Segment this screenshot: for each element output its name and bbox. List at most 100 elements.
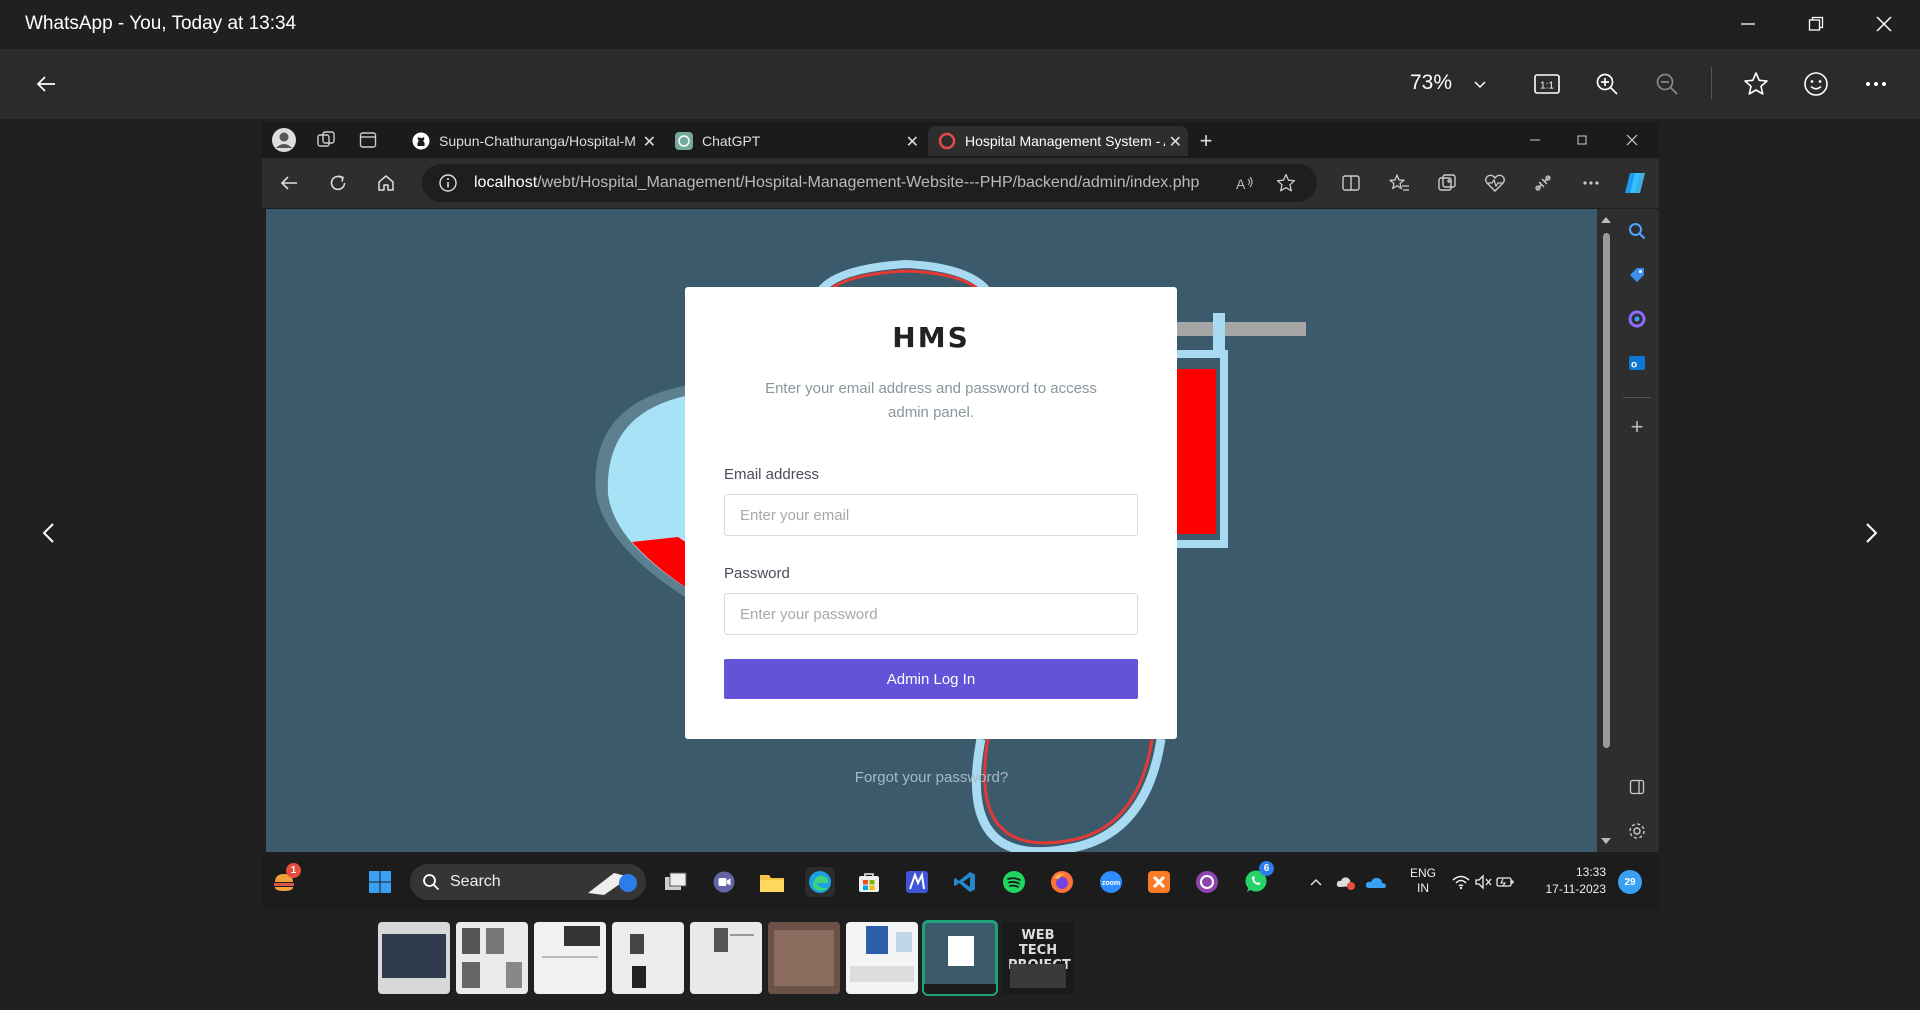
react-button[interactable] [1796, 66, 1836, 102]
task-view-button[interactable] [660, 867, 690, 897]
url-bar[interactable]: localhost/webt/Hospital_Management/Hospi… [422, 164, 1317, 202]
scrollbar-thumb[interactable] [1603, 233, 1610, 748]
zoom-dropdown-button[interactable] [1460, 66, 1500, 102]
actual-size-button[interactable]: 1:1 [1527, 66, 1567, 102]
tray-app-button[interactable] [1331, 867, 1361, 897]
copilot-button[interactable] [1621, 169, 1649, 197]
vscode-button[interactable] [950, 867, 980, 897]
back-button[interactable] [26, 66, 66, 102]
start-button[interactable] [365, 867, 395, 897]
refresh-button[interactable] [325, 170, 351, 196]
window-title: WhatsApp - You, Today at 13:34 [25, 13, 297, 34]
extensions-button[interactable] [1530, 170, 1556, 196]
sidebar-settings-button[interactable] [1625, 819, 1649, 843]
admin-login-button[interactable]: Admin Log In [724, 659, 1138, 699]
login-subtitle: Enter your email address and password to… [765, 380, 1097, 421]
sidebar-outlook-button[interactable]: o [1625, 351, 1649, 375]
tab-close-icon[interactable]: ✕ [1169, 132, 1182, 152]
collections-button[interactable] [1434, 170, 1460, 196]
hms-logo: HMS [685, 321, 1177, 356]
new-tab-button[interactable]: + [1192, 128, 1220, 154]
thumbnail-4[interactable] [612, 922, 684, 994]
chat-icon [713, 871, 735, 893]
file-explorer-button[interactable] [757, 867, 787, 897]
clock[interactable]: 13:33 17-11-2023 [1526, 864, 1607, 898]
github-desktop-icon [1196, 871, 1218, 893]
onedrive-button[interactable] [1361, 867, 1391, 897]
microsoft-store-button[interactable] [854, 867, 884, 897]
home-button[interactable] [373, 170, 399, 196]
zoom-out-icon [1656, 73, 1678, 95]
forgot-password-link[interactable]: Forgot your password? [266, 769, 1597, 786]
teams-chat-button[interactable] [709, 867, 739, 897]
settings-and-more-button[interactable] [1578, 170, 1604, 196]
browser-minimize-button[interactable] [1522, 128, 1548, 152]
quick-settings-button[interactable] [1448, 867, 1518, 897]
shopping-tag-icon [1630, 268, 1644, 282]
browser-essentials-button[interactable] [1482, 170, 1508, 196]
search-icon [1629, 223, 1646, 240]
sidebar-hide-button[interactable] [1625, 775, 1649, 799]
tab-github[interactable]: Supun-Chathuranga/Hospital-M ✕ [402, 126, 662, 156]
xampp-button[interactable] [1144, 867, 1174, 897]
search-label: Search [450, 873, 501, 890]
show-hidden-icons-button[interactable] [1301, 867, 1331, 897]
minimize-icon [1530, 139, 1540, 141]
restore-button[interactable] [1786, 7, 1846, 41]
add-favorite-button[interactable] [1274, 171, 1298, 195]
notification-center-button[interactable]: 29 [1618, 870, 1642, 894]
page-scrollbar[interactable] [1597, 209, 1615, 852]
close-button[interactable] [1854, 7, 1914, 41]
thumbnail-1[interactable] [378, 922, 450, 994]
favorite-button[interactable] [1736, 66, 1776, 102]
browser-back-button[interactable] [276, 170, 302, 196]
sidebar-divider [1623, 397, 1651, 398]
plus-icon: + [1199, 128, 1213, 153]
tab-close-icon[interactable]: ✕ [643, 132, 656, 152]
spotify-button[interactable] [999, 867, 1029, 897]
next-image-button[interactable] [1852, 503, 1892, 563]
thumbnail-7[interactable] [846, 922, 918, 994]
password-field[interactable] [724, 593, 1138, 635]
firefox-button[interactable] [1047, 867, 1077, 897]
github-desktop-button[interactable] [1192, 867, 1222, 897]
profile-avatar[interactable] [270, 126, 298, 154]
language-indicator[interactable]: ENG IN [1405, 866, 1441, 896]
sidebar-shopping-button[interactable] [1625, 263, 1649, 287]
tab-close-icon[interactable]: ✕ [906, 132, 919, 152]
favorites-button[interactable] [1386, 170, 1412, 196]
edge-button[interactable] [805, 867, 835, 897]
widgets-button[interactable]: 1 [270, 863, 301, 897]
thumbnail-3[interactable] [534, 922, 606, 994]
sidebar-add-button[interactable]: + [1625, 414, 1649, 439]
more-options-button[interactable] [1856, 66, 1896, 102]
zoom-in-button[interactable] [1587, 66, 1627, 102]
zoom-level: 73% [1410, 71, 1453, 94]
read-aloud-button[interactable]: A [1234, 172, 1256, 194]
browser-close-button[interactable] [1619, 128, 1645, 152]
thumbnail-5[interactable] [690, 922, 762, 994]
tab-actions-button[interactable] [356, 128, 380, 152]
browser-restore-button[interactable] [1569, 128, 1595, 152]
search-icon [423, 874, 440, 891]
zoom-app-button[interactable]: zoom [1096, 867, 1126, 897]
thumbnail-8-selected[interactable] [922, 920, 998, 996]
workspaces-button[interactable] [314, 128, 338, 152]
tab-hospital-management[interactable]: Hospital Management System - A ✕ [928, 126, 1188, 156]
sidebar-copilot-button[interactable] [1625, 307, 1649, 331]
sidebar-search-button[interactable] [1625, 219, 1649, 243]
minimize-button[interactable] [1718, 7, 1778, 41]
taskbar-search-box[interactable]: Search [410, 864, 646, 900]
password-label: Password [724, 565, 790, 582]
math-app-button[interactable] [902, 867, 932, 897]
email-field[interactable] [724, 494, 1138, 536]
thumbnail-9[interactable]: WEB TECH PROJECT [1002, 922, 1074, 994]
zoom-out-button[interactable] [1647, 66, 1687, 102]
whatsapp-button[interactable]: 6 [1241, 861, 1274, 897]
thumbnail-6[interactable] [768, 922, 840, 994]
previous-image-button[interactable] [28, 503, 68, 563]
split-screen-button[interactable] [1338, 170, 1364, 196]
chevron-up-icon [1310, 878, 1322, 886]
tab-chatgpt[interactable]: ChatGPT ✕ [665, 126, 925, 156]
thumbnail-2[interactable] [456, 922, 528, 994]
